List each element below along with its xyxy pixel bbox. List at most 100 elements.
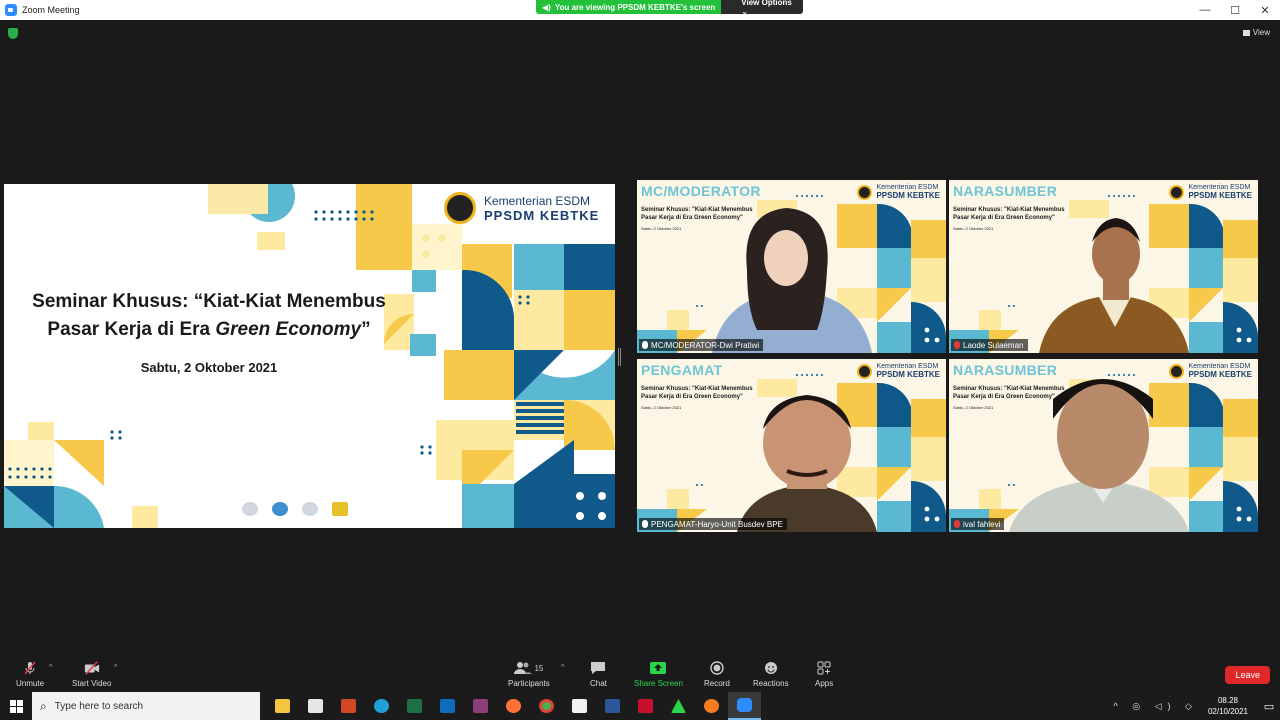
zoom-window: Zoom Meeting — ☐ ✕ ◀) You are viewing PP…: [0, 0, 1280, 720]
taskbar-clock[interactable]: 08.28 02/10/2021: [1208, 695, 1248, 717]
view-grid-icon: [1242, 29, 1250, 36]
slide-title: Seminar Khusus: “Kiat-Kiat Menembus Pasa…: [4, 288, 414, 344]
participant-name-tag: MC/MODERATOR-Dwi Pratiwi: [639, 339, 764, 351]
store-icon[interactable]: [299, 692, 332, 720]
apps-button[interactable]: Apps: [815, 660, 833, 688]
unmute-label: Unmute: [16, 679, 45, 688]
start-video-label: Start Video: [72, 679, 112, 688]
speaker-icon: ◀): [542, 2, 551, 12]
viewing-screen-label: ◀) You are viewing PPSDM KEBTKE's screen: [536, 0, 722, 14]
split-view-handle[interactable]: [618, 348, 621, 366]
anniversary-logo-icon: [332, 502, 348, 516]
slide-date: Sabtu, 2 Oktober 2021: [140, 360, 278, 375]
unmute-button[interactable]: Unmute: [16, 660, 44, 688]
view-button-label: View: [1252, 28, 1270, 37]
muted-mic-icon: [22, 660, 38, 676]
participants-icon: 15: [509, 660, 549, 676]
zoom-taskbar-icon[interactable]: [728, 692, 761, 720]
mic-icon: [642, 520, 648, 528]
windows-taskbar: ⌕ Type here to search ^ ◎ ◁) ◇ 08.28 02/: [0, 692, 1280, 720]
participant-name-tag: ival fahlevi: [951, 518, 1005, 530]
excel-icon[interactable]: [398, 692, 431, 720]
close-button[interactable]: ✕: [1250, 0, 1280, 20]
firefox-icon[interactable]: [497, 692, 530, 720]
mcafee-icon[interactable]: [629, 692, 662, 720]
reactions-label: Reactions: [753, 679, 789, 688]
apps-icon: [816, 660, 832, 676]
blu-logo-icon: [272, 502, 288, 516]
view-button[interactable]: View: [1242, 28, 1270, 37]
participants-count: 15: [534, 663, 544, 673]
clock-time: 08.28: [1217, 696, 1238, 705]
video-tile[interactable]: NARASUMBER Kementerian ESDM PPSDM KEBTKE Se…: [949, 180, 1258, 353]
windows-logo-icon: [9, 699, 23, 713]
record-button[interactable]: Record: [704, 660, 730, 688]
video-tile[interactable]: PENGAMAT Kementerian ESDM PPSDM KEBTKE Semi…: [637, 359, 946, 532]
video-off-icon: [84, 660, 100, 676]
participant-name: ival fahlevi: [963, 519, 1001, 529]
participants-button[interactable]: 15 Participants: [508, 660, 550, 688]
avast-icon[interactable]: [695, 692, 728, 720]
participant-name-tag: Laode Sulaeman: [951, 339, 1028, 351]
edge-icon[interactable]: [365, 692, 398, 720]
video-tile[interactable]: NARASUMBER Kementerian ESDM PPSDM KEBTKE Se…: [949, 359, 1258, 532]
screen-share-banner: ◀) You are viewing PPSDM KEBTKE's screen…: [536, 0, 804, 16]
file-explorer-icon[interactable]: [266, 692, 299, 720]
brand-agency: PPSDM KEBTKE: [484, 207, 600, 223]
reactions-icon: [763, 660, 779, 676]
start-button[interactable]: [0, 692, 32, 720]
participants-options-caret-icon[interactable]: ^: [561, 664, 564, 671]
audio-options-caret-icon[interactable]: ^: [49, 664, 52, 671]
meeting-toolbar: Unmute ^ Start Video ^ 15 Participants ^…: [0, 656, 1280, 692]
nvidia-icon[interactable]: [662, 692, 695, 720]
chat-button[interactable]: Chat: [590, 660, 607, 688]
video-options-caret-icon[interactable]: ^: [114, 664, 117, 671]
search-placeholder: Type here to search: [54, 700, 144, 712]
system-tray: ^ ◎ ◁) ◇ 08.28 02/10/2021 ▭: [1114, 692, 1280, 720]
start-video-button[interactable]: Start Video: [72, 660, 111, 688]
chat-label: Chat: [590, 679, 607, 688]
clock-date: 02/10/2021: [1207, 707, 1248, 716]
brand-ministry: Kementerian ESDM: [484, 193, 591, 208]
reactions-button[interactable]: Reactions: [753, 660, 789, 688]
muted-mic-icon: [954, 341, 960, 349]
muted-mic-icon: [954, 520, 960, 528]
ppsdm-brand: Kementerian ESDM PPSDM KEBTKE: [444, 192, 599, 224]
participant-name-tag: PENGAMAT-Haryo-Unit Busdev BPE: [639, 518, 787, 530]
tray-icons[interactable]: ^ ◎ ◁) ◇: [1114, 701, 1198, 712]
window-controls: — ☐ ✕: [1190, 0, 1280, 20]
record-label: Record: [704, 679, 730, 688]
view-options-button[interactable]: View Options ⌄: [721, 0, 804, 16]
powerpoint-icon[interactable]: [332, 692, 365, 720]
shared-screen[interactable]: Kementerian ESDM PPSDM KEBTKE Seminar Kh…: [4, 184, 615, 528]
search-icon: ⌕: [40, 698, 47, 713]
leave-button[interactable]: Leave: [1225, 666, 1270, 684]
record-icon: [709, 660, 725, 676]
chrome-icon[interactable]: [530, 692, 563, 720]
document-icon[interactable]: [563, 692, 596, 720]
slide-title-line-2: Pasar Kerja di Era Green Economy”: [47, 319, 371, 340]
outlook-icon[interactable]: [431, 692, 464, 720]
encryption-shield-icon[interactable]: [8, 28, 18, 39]
sponsor-logo-icon: [242, 502, 258, 516]
minimize-button[interactable]: —: [1190, 0, 1220, 20]
participant-name: MC/MODERATOR-Dwi Pratiwi: [651, 340, 760, 350]
esdm-logo: [444, 192, 476, 224]
word-icon[interactable]: [596, 692, 629, 720]
notification-icon[interactable]: ▭: [1258, 700, 1280, 713]
slide-decoration: [4, 184, 615, 528]
participants-label: Participants: [508, 679, 550, 688]
window-title: Zoom Meeting: [22, 5, 80, 15]
video-tile[interactable]: MC/MODERATOR Kementerian ESDM PPSDM KEBTKE…: [637, 180, 946, 353]
apps-label: Apps: [815, 679, 834, 688]
meeting-area: View Kementerian ESDM PPSDM KEBTKE Semin…: [0, 20, 1280, 656]
sponsor-logos: [242, 502, 348, 516]
sponsor-logo-icon: [302, 502, 318, 516]
pinned-apps: [266, 692, 761, 720]
share-screen-button[interactable]: Share Screen: [634, 660, 683, 688]
maximize-button[interactable]: ☐: [1220, 0, 1250, 20]
taskbar-search-box[interactable]: ⌕ Type here to search: [32, 692, 260, 720]
slide-title-line-1: Seminar Khusus: “Kiat-Kiat Menembus: [32, 291, 386, 312]
zoom-app-icon: [5, 4, 17, 16]
winrar-icon[interactable]: [464, 692, 497, 720]
